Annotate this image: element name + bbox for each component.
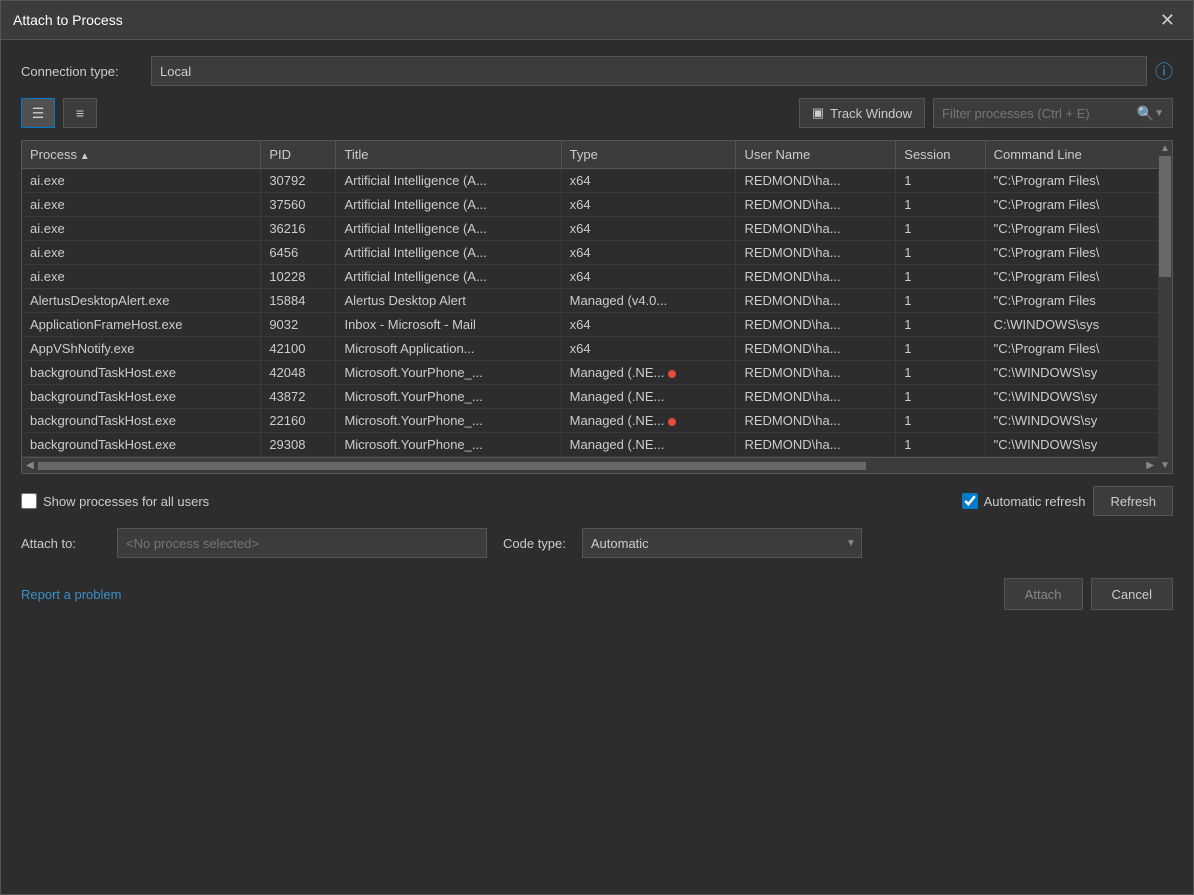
table-header-row: Process PID Title Type User Name Session… <box>22 141 1158 169</box>
attach-button[interactable]: Attach <box>1004 578 1083 610</box>
refresh-button[interactable]: Refresh <box>1093 486 1173 516</box>
info-icon[interactable]: ⓘ <box>1155 58 1173 84</box>
automatic-refresh-label[interactable]: Automatic refresh <box>962 493 1086 509</box>
v-scroll-thumb <box>1159 156 1171 277</box>
col-title[interactable]: Title <box>336 141 561 169</box>
attach-to-input[interactable] <box>117 528 487 558</box>
code-type-select[interactable]: Automatic <box>582 528 862 558</box>
table-row[interactable]: ai.exe6456Artificial Intelligence (A...x… <box>22 241 1158 265</box>
close-button[interactable]: ✕ <box>1154 9 1181 31</box>
col-pid[interactable]: PID <box>261 141 336 169</box>
col-type[interactable]: Type <box>561 141 736 169</box>
managed-dot-indicator <box>668 370 676 378</box>
col-username[interactable]: User Name <box>736 141 896 169</box>
toolbar-row: ☰ ≡ ▣ Track Window 🔍 ▼ <box>21 98 1173 128</box>
table-row[interactable]: backgroundTaskHost.exe42048Microsoft.You… <box>22 361 1158 385</box>
action-buttons: Attach Cancel <box>1004 578 1173 610</box>
show-all-users-checkbox[interactable] <box>21 493 37 509</box>
report-problem-link[interactable]: Report a problem <box>21 587 121 602</box>
filter-dropdown-icon: ▼ <box>1154 108 1164 119</box>
managed-dot-indicator <box>668 418 676 426</box>
list-view-button[interactable]: ☰ <box>21 98 55 128</box>
vertical-scrollbar[interactable]: ▲ ▼ <box>1158 141 1172 473</box>
track-window-button[interactable]: ▣ Track Window <box>799 98 925 128</box>
scroll-left-arrow[interactable]: ◀ <box>24 460 36 471</box>
scroll-up-arrow[interactable]: ▲ <box>1158 141 1172 156</box>
filter-wrap: 🔍 ▼ <box>933 98 1173 128</box>
process-table-main: Process PID Title Type User Name Session… <box>22 141 1158 473</box>
list-view-icon: ☰ <box>32 105 45 122</box>
connection-type-label: Connection type: <box>21 64 141 79</box>
automatic-refresh-text: Automatic refresh <box>984 494 1086 509</box>
filter-input[interactable] <box>934 102 1129 125</box>
attach-to-row: Attach to: Code type: Automatic ▼ <box>21 528 1173 558</box>
table-row[interactable]: ai.exe37560Artificial Intelligence (A...… <box>22 193 1158 217</box>
h-scroll-track <box>38 462 1143 470</box>
table-row[interactable]: ai.exe30792Artificial Intelligence (A...… <box>22 169 1158 193</box>
col-session[interactable]: Session <box>896 141 985 169</box>
track-window-label: Track Window <box>830 106 912 121</box>
bottom-options-row: Show processes for all users Automatic r… <box>21 486 1173 516</box>
table-row[interactable]: ai.exe10228Artificial Intelligence (A...… <box>22 265 1158 289</box>
horizontal-scrollbar[interactable]: ◀ ▶ <box>22 457 1158 473</box>
scroll-right-arrow[interactable]: ▶ <box>1144 460 1156 471</box>
attach-to-label: Attach to: <box>21 536 101 551</box>
show-all-users-text: Show processes for all users <box>43 494 209 509</box>
connection-type-select[interactable]: Local <box>151 56 1147 86</box>
connection-select-wrap: Local ⓘ <box>151 56 1173 86</box>
automatic-refresh-checkbox[interactable] <box>962 493 978 509</box>
process-table-body: ai.exe30792Artificial Intelligence (A...… <box>22 169 1158 457</box>
table-row[interactable]: backgroundTaskHost.exe22160Microsoft.You… <box>22 409 1158 433</box>
v-scroll-track <box>1158 156 1172 458</box>
col-process[interactable]: Process <box>22 141 261 169</box>
bottom-action-row: Report a problem Attach Cancel <box>21 570 1173 614</box>
table-row[interactable]: backgroundTaskHost.exe29308Microsoft.You… <box>22 433 1158 457</box>
cancel-button[interactable]: Cancel <box>1091 578 1173 610</box>
table-row[interactable]: AlertusDesktopAlert.exe15884Alertus Desk… <box>22 289 1158 313</box>
table-row[interactable]: ai.exe36216Artificial Intelligence (A...… <box>22 217 1158 241</box>
title-bar: Attach to Process ✕ <box>1 1 1193 40</box>
connection-type-row: Connection type: Local ⓘ <box>21 56 1173 86</box>
auto-refresh-group: Automatic refresh Refresh <box>962 486 1173 516</box>
track-window-icon: ▣ <box>812 105 824 121</box>
h-scroll-thumb <box>38 462 866 470</box>
show-all-users-label[interactable]: Show processes for all users <box>21 493 209 509</box>
code-type-label: Code type: <box>503 536 566 551</box>
filter-search-button[interactable]: 🔍 ▼ <box>1129 103 1172 124</box>
col-cmdline[interactable]: Command Line <box>985 141 1158 169</box>
dialog-title: Attach to Process <box>13 12 123 28</box>
search-icon: 🔍 <box>1137 105 1154 122</box>
process-table: Process PID Title Type User Name Session… <box>22 141 1158 457</box>
scroll-down-arrow[interactable]: ▼ <box>1158 458 1172 473</box>
attach-to-process-dialog: Attach to Process ✕ Connection type: Loc… <box>0 0 1194 895</box>
detail-view-button[interactable]: ≡ <box>63 98 97 128</box>
detail-view-icon: ≡ <box>76 105 84 121</box>
process-table-container: Process PID Title Type User Name Session… <box>21 140 1173 474</box>
dialog-body: Connection type: Local ⓘ ☰ ≡ ▣ Track Win… <box>1 40 1193 894</box>
table-row[interactable]: ApplicationFrameHost.exe9032Inbox - Micr… <box>22 313 1158 337</box>
table-row[interactable]: AppVShNotify.exe42100Microsoft Applicati… <box>22 337 1158 361</box>
table-row[interactable]: backgroundTaskHost.exe43872Microsoft.You… <box>22 385 1158 409</box>
